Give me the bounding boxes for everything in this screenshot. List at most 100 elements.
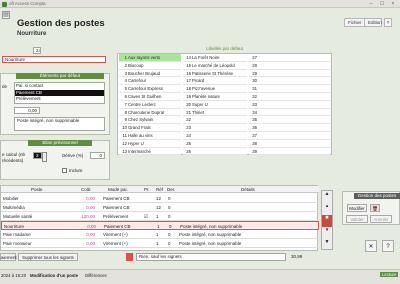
label-cell[interactable]: 25 bbox=[183, 140, 247, 148]
label-cell[interactable]: 3Boucher Brujaud bbox=[119, 70, 181, 78]
label-number: 17 bbox=[186, 78, 191, 84]
label-cell[interactable]: 29 bbox=[249, 70, 330, 78]
table-row[interactable]: Mutuelle santé 120,00 Prélèvement ☑ 1 0 bbox=[1, 212, 319, 221]
label-cell[interactable]: 21Thiriet bbox=[183, 109, 247, 117]
delete-poste-button[interactable]: 🗑 bbox=[370, 204, 380, 212]
col-pr[interactable]: Pr. bbox=[144, 186, 150, 193]
label-cell[interactable]: 26 bbox=[183, 148, 247, 156]
label-cell[interactable]: 19Planète nature bbox=[183, 93, 247, 101]
col-ref[interactable]: Réf bbox=[156, 186, 163, 193]
label-cell[interactable]: 34 bbox=[249, 109, 330, 117]
edition-menu-button[interactable]: Edition bbox=[364, 18, 382, 27]
delete-all-bookmarks-button[interactable]: Supprimer tous les signets bbox=[18, 253, 78, 261]
label-cell[interactable]: 9Chez Sylvain bbox=[119, 116, 181, 125]
help-button[interactable]: ? bbox=[384, 18, 392, 27]
label-number: 15 bbox=[186, 62, 191, 68]
drift-input[interactable]: 0 bbox=[90, 152, 105, 159]
table-row[interactable]: Multimédia 0,00 Paiement CB 12 0 bbox=[1, 203, 319, 212]
label-number: 4 bbox=[124, 78, 127, 84]
table-row[interactable]: Paie madame 0,00 Virement (+) 1 0 Poste intég… bbox=[1, 230, 319, 239]
calc-count-spinner[interactable] bbox=[42, 152, 47, 162]
note-textarea[interactable]: Poste intégré, non supprimable bbox=[14, 117, 105, 131]
table-row[interactable]: Paie monsieur 0,00 Virement (+) 1 0 Poste int… bbox=[1, 239, 319, 248]
label-cell[interactable]: 5Carrefour Express bbox=[119, 85, 181, 93]
bookmark-icon bbox=[126, 253, 133, 261]
label-cell[interactable]: 6Caves St Guilhen bbox=[119, 93, 181, 101]
cell-poste: Mobilier bbox=[3, 196, 19, 201]
col-details[interactable]: Détails bbox=[241, 186, 255, 193]
annuler-button[interactable]: Annuler bbox=[370, 215, 392, 223]
label-cell[interactable]: 31 bbox=[249, 85, 330, 93]
label-cell[interactable]: 8Charcuterie Duprat bbox=[119, 109, 181, 117]
label-text: Hyper U bbox=[128, 140, 144, 146]
close-form-button[interactable]: ✕ bbox=[365, 240, 377, 252]
poste-name-input[interactable]: Nourriture bbox=[2, 56, 106, 63]
label-cell[interactable]: 35 bbox=[249, 116, 330, 125]
scroll-bottom-button[interactable]: ▼ bbox=[322, 239, 332, 251]
poste-id-field[interactable]: 24 bbox=[33, 47, 41, 54]
delete-row-button[interactable]: ✖ bbox=[322, 215, 332, 227]
label-cell[interactable]: 18Pizz'avenue bbox=[183, 85, 247, 93]
label-cell[interactable]: 11Halle au vins bbox=[119, 132, 181, 140]
label-cell[interactable]: 33 bbox=[249, 101, 330, 109]
label-cell[interactable]: 4Carrefour bbox=[119, 77, 181, 86]
label-text: Intermarché bbox=[128, 148, 151, 154]
label-cell[interactable]: 38 bbox=[249, 140, 330, 148]
label-cell[interactable]: 2Biocoop bbox=[119, 62, 181, 70]
label-number: 16 bbox=[186, 70, 191, 76]
label-number: 28 bbox=[252, 62, 257, 68]
label-cell[interactable]: 7Centre Leclerc bbox=[119, 101, 181, 109]
label-cell[interactable]: 22 bbox=[183, 116, 247, 125]
col-poste[interactable]: Poste bbox=[31, 186, 43, 193]
label-cell[interactable]: 14La Forêt Noire bbox=[183, 54, 247, 62]
calc-count-select[interactable]: 3 bbox=[33, 152, 42, 159]
valider-button[interactable]: Valider bbox=[346, 215, 368, 223]
label-cell[interactable]: 10Grand Frais bbox=[119, 124, 181, 132]
scroll-up-button[interactable]: ▴ bbox=[322, 203, 332, 215]
default-amount-input[interactable]: 0,00 bbox=[14, 107, 40, 114]
label-number: 13 bbox=[122, 148, 127, 154]
label-cell[interactable]: 15Le marché de Léopold bbox=[183, 62, 247, 70]
label-cell[interactable]: 39 bbox=[249, 148, 330, 156]
bookmark-filter-select[interactable]: Rien, sauf les signets bbox=[136, 253, 286, 261]
include-checkbox[interactable] bbox=[62, 168, 67, 173]
label-cell[interactable]: 37 bbox=[249, 132, 330, 140]
payment-mode-list[interactable]: Pai. si contact Paiement CB Prélèvement bbox=[14, 82, 105, 104]
label-cell[interactable]: 24 bbox=[183, 132, 247, 140]
label-cell[interactable]: 16Patisserie St Thérèse bbox=[183, 70, 247, 78]
fichier-menu-button[interactable]: Fichier bbox=[344, 18, 366, 27]
label-cell[interactable]: 20Super U bbox=[183, 101, 247, 109]
label-cell[interactable]: 12Hyper U bbox=[119, 140, 181, 148]
form-help-button[interactable]: ? bbox=[382, 240, 394, 252]
payment-mode-item[interactable]: Prélèvement bbox=[15, 96, 104, 103]
label-cell[interactable]: 28 bbox=[249, 62, 330, 70]
window-titlebar: oft Access Compta – ☐ × bbox=[0, 0, 400, 8]
col-cout[interactable]: Coût bbox=[81, 186, 91, 193]
calc-label: e calcul (nb bbox=[2, 152, 26, 157]
scroll-down-button[interactable]: ▾ bbox=[322, 227, 332, 239]
scroll-top-button[interactable]: ▲ bbox=[322, 191, 332, 203]
label-number: 39 bbox=[252, 148, 257, 154]
include-label: Inclure bbox=[69, 168, 83, 173]
table-scroll-buttons: ▲ ▴ ✖ ▾ ▼ bbox=[321, 190, 333, 250]
label-cell[interactable]: 13Intermarché bbox=[119, 148, 181, 156]
col-der[interactable]: Der. bbox=[167, 186, 175, 193]
minimize-button[interactable]: – bbox=[366, 0, 376, 8]
label-cell[interactable]: 30 bbox=[249, 77, 330, 86]
page-title: Gestion des postes bbox=[17, 18, 105, 29]
modifier-button[interactable]: Modifier bbox=[347, 204, 367, 212]
label-cell[interactable]: 1Aux rayons verts bbox=[119, 54, 181, 62]
maximize-button[interactable]: ☐ bbox=[377, 0, 387, 8]
table-row[interactable]: Nourriture 0,00 Paiement CB 1 0 Poste intégré… bbox=[1, 221, 319, 230]
table-row[interactable]: Mobilier 0,00 Paiement CB 12 0 bbox=[1, 194, 319, 203]
paiement-button[interactable]: aiement bbox=[0, 253, 17, 261]
forecast-title: Bilan prévisionnel bbox=[28, 140, 92, 146]
label-cell[interactable]: 36 bbox=[249, 124, 330, 132]
label-text: Super U bbox=[192, 101, 208, 107]
close-window-button[interactable]: × bbox=[388, 0, 398, 8]
label-cell[interactable]: 23 bbox=[183, 124, 247, 132]
label-cell[interactable]: 27 bbox=[249, 54, 330, 62]
col-mode[interactable]: Mode pai. bbox=[108, 186, 128, 193]
label-cell[interactable]: 17Picard bbox=[183, 77, 247, 86]
label-cell[interactable]: 32 bbox=[249, 93, 330, 101]
